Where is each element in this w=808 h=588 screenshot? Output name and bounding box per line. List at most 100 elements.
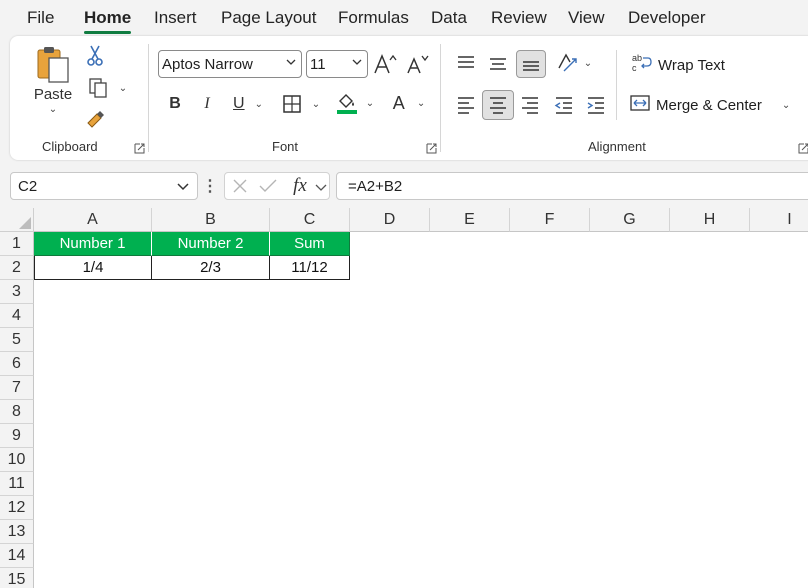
- formula-input[interactable]: =A2+B2: [336, 172, 808, 200]
- chevron-down-icon: ⌄: [254, 98, 263, 110]
- data-cell[interactable]: 1/4: [34, 256, 152, 280]
- top-align-button[interactable]: [454, 50, 478, 76]
- chevron-down-icon: [352, 59, 362, 65]
- copy-button[interactable]: ⌄: [82, 76, 132, 100]
- tab-formulas[interactable]: Formulas: [338, 8, 409, 28]
- increase-indent-icon: [586, 96, 606, 114]
- borders-button[interactable]: ⌄: [278, 92, 324, 116]
- increase-indent-button[interactable]: [584, 92, 608, 118]
- wrap-text-label: Wrap Text: [658, 56, 725, 74]
- header-cell[interactable]: Number 2: [152, 232, 270, 256]
- merge-center-label: Merge & Center: [656, 96, 762, 114]
- chevron-down-icon: [286, 59, 296, 65]
- column-header-i[interactable]: I: [750, 208, 808, 232]
- data-cell[interactable]: 2/3: [152, 256, 270, 280]
- orientation-button[interactable]: ⌄: [554, 50, 594, 76]
- align-left-button[interactable]: [454, 92, 478, 118]
- header-cell[interactable]: Sum: [270, 232, 350, 256]
- decrease-font-size-button[interactable]: [404, 50, 432, 78]
- decrease-indent-button[interactable]: [552, 92, 576, 118]
- fill-bucket-icon: [336, 91, 358, 115]
- row-header-5[interactable]: 5: [0, 328, 34, 352]
- alignment-group-label: Alignment: [588, 139, 646, 154]
- font-color-button[interactable]: A ⌄: [388, 90, 430, 116]
- italic-button[interactable]: I: [196, 92, 218, 116]
- wrap-text-icon: ab c: [632, 53, 652, 77]
- align-bottom-icon: [521, 55, 541, 73]
- chevron-down-icon: ⌄: [583, 57, 593, 69]
- font-name-value: Aptos Narrow: [162, 55, 253, 73]
- enter-check-icon[interactable]: [259, 177, 277, 195]
- fill-color-button[interactable]: ⌄: [334, 90, 376, 116]
- chevron-down-icon: ⌄: [416, 97, 426, 109]
- row-header-12[interactable]: 12: [0, 496, 34, 520]
- row-header-3[interactable]: 3: [0, 280, 34, 304]
- paste-icon: [34, 44, 72, 84]
- merge-center-button[interactable]: Merge & Center ⌄: [630, 92, 790, 118]
- tab-data[interactable]: Data: [431, 8, 467, 28]
- underline-button[interactable]: U ⌄: [226, 92, 270, 116]
- bold-button[interactable]: B: [164, 92, 186, 116]
- row-header-2[interactable]: 2: [0, 256, 34, 280]
- column-header-h[interactable]: H: [670, 208, 750, 232]
- column-header-b[interactable]: B: [152, 208, 270, 232]
- column-header-e[interactable]: E: [430, 208, 510, 232]
- select-all-corner[interactable]: [0, 208, 34, 232]
- cancel-icon[interactable]: [231, 177, 249, 195]
- dialog-launcher-icon[interactable]: [798, 141, 808, 154]
- bold-icon: B: [169, 95, 181, 112]
- header-cell[interactable]: Number 1: [34, 232, 152, 256]
- align-center-button[interactable]: [482, 90, 514, 120]
- row-header-4[interactable]: 4: [0, 304, 34, 328]
- name-box[interactable]: C2: [10, 172, 198, 200]
- tab-home[interactable]: Home: [84, 8, 132, 34]
- insert-function-icon[interactable]: fx: [289, 174, 311, 198]
- spreadsheet-grid: A B C D E F G H I 1 2 3 4 5 6 7 8 9 10 11 12 13 14 15 Number 1 Nu…: [0, 208, 808, 588]
- copy-icon: [87, 77, 109, 99]
- row-header-11[interactable]: 11: [0, 472, 34, 496]
- chevron-down-icon[interactable]: [315, 183, 327, 192]
- row-header-13[interactable]: 13: [0, 520, 34, 544]
- align-middle-icon: [488, 54, 508, 72]
- row-header-8[interactable]: 8: [0, 400, 34, 424]
- font-name-combo[interactable]: Aptos Narrow: [158, 50, 302, 78]
- tab-insert[interactable]: Insert: [154, 8, 197, 28]
- align-right-button[interactable]: [518, 92, 542, 118]
- bottom-align-button[interactable]: [516, 50, 546, 78]
- chevron-down-icon: ⌄: [365, 97, 375, 109]
- column-header-g[interactable]: G: [590, 208, 670, 232]
- tab-file[interactable]: File: [27, 8, 54, 28]
- paste-button[interactable]: Paste ⌄: [32, 44, 74, 128]
- column-header-a[interactable]: A: [34, 208, 152, 232]
- row-header-7[interactable]: 7: [0, 376, 34, 400]
- column-header-c[interactable]: C: [270, 208, 350, 232]
- wrap-text-button[interactable]: ab c Wrap Text: [632, 52, 725, 78]
- dialog-launcher-icon[interactable]: [426, 141, 437, 154]
- increase-font-size-button[interactable]: [372, 50, 400, 78]
- format-painter-button[interactable]: [84, 108, 106, 130]
- row-header-14[interactable]: 14: [0, 544, 34, 568]
- middle-align-button[interactable]: [486, 50, 510, 76]
- formula-text: =A2+B2: [348, 177, 403, 195]
- column-header-d[interactable]: D: [350, 208, 430, 232]
- more-options-icon[interactable]: ⋮: [202, 176, 218, 196]
- tab-view[interactable]: View: [568, 8, 605, 28]
- tab-page-layout[interactable]: Page Layout: [221, 8, 316, 28]
- column-header-f[interactable]: F: [510, 208, 590, 232]
- cut-button[interactable]: [84, 44, 106, 68]
- group-divider: [616, 50, 617, 120]
- dialog-launcher-icon[interactable]: [134, 141, 145, 154]
- font-size-combo[interactable]: 11: [306, 50, 368, 78]
- row-header-10[interactable]: 10: [0, 448, 34, 472]
- tab-developer[interactable]: Developer: [628, 8, 706, 28]
- row-header-15[interactable]: 15: [0, 568, 34, 588]
- format-painter-icon: [85, 109, 105, 129]
- row-header-9[interactable]: 9: [0, 424, 34, 448]
- data-cell[interactable]: 11/12: [270, 256, 350, 280]
- italic-icon: I: [204, 95, 210, 112]
- align-right-icon: [520, 96, 540, 114]
- row-header-6[interactable]: 6: [0, 352, 34, 376]
- group-divider: [148, 44, 149, 152]
- row-header-1[interactable]: 1: [0, 232, 34, 256]
- tab-review[interactable]: Review: [491, 8, 547, 28]
